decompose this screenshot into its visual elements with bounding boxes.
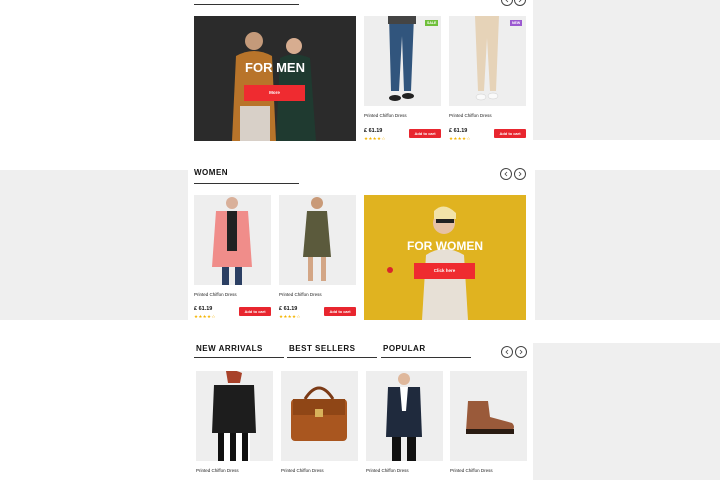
- men-promo-image: [194, 16, 356, 141]
- tab-underline: [287, 357, 377, 358]
- product-price: £ 61.19: [279, 306, 298, 312]
- product-card[interactable]: Printed Chiffon Dress: [366, 371, 443, 480]
- chevron-left-icon: [504, 171, 508, 177]
- product-name[interactable]: Printed Chiffon Dress: [450, 468, 493, 473]
- prev-arrow[interactable]: [501, 0, 513, 6]
- product-name[interactable]: Printed Chiffon Dress: [196, 468, 239, 473]
- prev-arrow[interactable]: [500, 168, 512, 180]
- product-image[interactable]: [366, 371, 443, 461]
- product-card[interactable]: Printed Chiffon Dress £ 61.19 ★★★★☆ Add …: [194, 195, 271, 321]
- product-card[interactable]: Printed Chiffon Dress: [450, 371, 527, 480]
- product-price: £ 61.19: [194, 306, 213, 312]
- product-image[interactable]: [196, 371, 273, 461]
- jeans-image: [364, 16, 441, 106]
- add-to-cart-button[interactable]: Add to cart: [239, 307, 271, 316]
- product-card[interactable]: Printed Chiffon Dress £ 61.19 ★★★★☆ Add …: [279, 195, 356, 321]
- add-to-cart-button[interactable]: Add to cart: [324, 307, 356, 316]
- new-badge: NEW: [510, 20, 523, 26]
- chevron-left-icon: [505, 349, 509, 355]
- tab-new-arrivals[interactable]: NEW ARRIVALS: [196, 344, 263, 353]
- bg-band: [533, 343, 720, 480]
- next-arrow[interactable]: [514, 0, 526, 6]
- women-click-here-button[interactable]: Click here: [414, 263, 475, 279]
- pink-coat-image: [194, 195, 271, 285]
- leather-jacket-image: [196, 371, 273, 461]
- leather-bag-image: [281, 371, 358, 461]
- section-underline: [194, 4, 299, 5]
- prev-arrow[interactable]: [501, 346, 513, 358]
- chevron-right-icon: [518, 171, 522, 177]
- navy-blazer-image: [366, 371, 443, 461]
- product-name[interactable]: Printed Chiffon Dress: [281, 468, 324, 473]
- product-name[interactable]: Printed Chiffon Dress: [449, 113, 492, 118]
- women-promo-title: FOR WOMEN: [407, 239, 483, 253]
- product-card[interactable]: Printed Chiffon Dress: [196, 371, 273, 480]
- women-promo-image: [364, 195, 526, 320]
- sale-badge: SALE: [425, 20, 439, 26]
- product-name[interactable]: Printed Chiffon Dress: [366, 468, 409, 473]
- chevron-left-icon: [505, 0, 509, 3]
- men-promo-title: FOR MEN: [245, 60, 305, 75]
- product-image[interactable]: [364, 16, 441, 106]
- rating-stars: ★★★★☆: [279, 314, 301, 319]
- product-image[interactable]: [449, 16, 526, 106]
- next-arrow[interactable]: [514, 168, 526, 180]
- product-card[interactable]: NEW Printed Chiffon Dress £ 61.19 ★★★★☆ …: [449, 16, 526, 142]
- chevron-right-icon: [518, 0, 522, 3]
- next-arrow[interactable]: [515, 346, 527, 358]
- product-name[interactable]: Printed Chiffon Dress: [279, 292, 322, 297]
- product-card[interactable]: SALE Printed Chiffon Dress £ 61.19 ★★★★☆…: [364, 16, 441, 142]
- add-to-cart-button[interactable]: Add to cart: [409, 129, 441, 138]
- bg-band: [533, 0, 720, 140]
- product-image[interactable]: [194, 195, 271, 285]
- product-name[interactable]: Printed Chiffon Dress: [194, 292, 237, 297]
- bg-band: [535, 170, 720, 320]
- section-title-women: WOMEN: [194, 168, 229, 177]
- rating-stars: ★★★★☆: [194, 314, 216, 319]
- romper-image: [279, 195, 356, 285]
- tab-underline: [381, 357, 471, 358]
- chinos-image: [449, 16, 526, 106]
- product-price: £ 61.19: [449, 128, 468, 134]
- section-underline: [194, 183, 299, 184]
- product-image[interactable]: [281, 371, 358, 461]
- product-image[interactable]: [279, 195, 356, 285]
- tab-popular[interactable]: POPULAR: [383, 344, 426, 353]
- tab-best-sellers[interactable]: BEST SELLERS: [289, 344, 355, 353]
- rating-stars: ★★★★☆: [364, 136, 386, 141]
- women-promo-banner[interactable]: FOR WOMEN Click here: [364, 195, 526, 320]
- men-more-button[interactable]: More: [244, 85, 305, 101]
- add-to-cart-button[interactable]: Add to cart: [494, 129, 526, 138]
- men-promo-banner[interactable]: FOR MEN More: [194, 16, 356, 141]
- product-price: £ 61.19: [364, 128, 383, 134]
- product-image[interactable]: [450, 371, 527, 461]
- bg-band: [0, 170, 188, 320]
- chevron-right-icon: [519, 349, 523, 355]
- tab-underline: [194, 357, 284, 358]
- product-card[interactable]: Printed Chiffon Dress: [281, 371, 358, 480]
- rating-stars: ★★★★☆: [449, 136, 471, 141]
- brown-boot-image: [450, 371, 527, 461]
- product-name[interactable]: Printed Chiffon Dress: [364, 113, 407, 118]
